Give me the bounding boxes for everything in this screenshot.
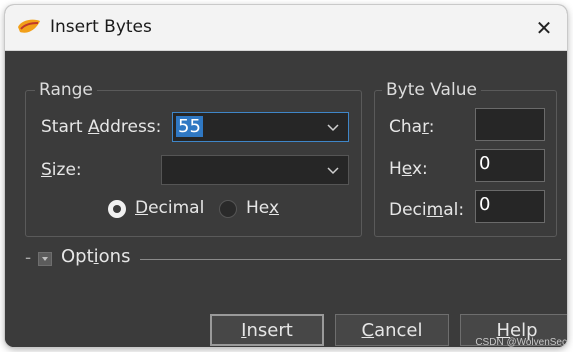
hex-label: Hex: — [389, 159, 428, 179]
decimal-radio[interactable] — [108, 200, 126, 218]
options-dash: - — [25, 248, 32, 268]
close-button[interactable]: ✕ — [521, 5, 567, 50]
range-legend: Range — [35, 80, 97, 100]
start-address-combo[interactable]: 55 — [172, 112, 349, 142]
char-label: Char: — [389, 117, 435, 137]
insert-bytes-dialog: Insert Bytes ✕ Range Start Address: 55 S… — [5, 5, 567, 347]
decimal-field[interactable]: 0 — [475, 190, 545, 223]
expand-toggle-icon[interactable] — [38, 252, 52, 266]
start-address-label: Start Address: — [41, 117, 162, 137]
insert-button[interactable]: Insert — [210, 314, 324, 346]
options-expander[interactable]: - Options — [25, 246, 565, 271]
char-field[interactable] — [475, 108, 545, 141]
title-bar[interactable]: Insert Bytes ✕ — [5, 5, 567, 51]
size-label: Size: — [41, 160, 82, 180]
start-address-value: 55 — [176, 116, 203, 137]
hex-radio-label[interactable]: Hex — [246, 198, 279, 218]
hex-radio[interactable] — [219, 200, 237, 218]
app-icon — [18, 19, 40, 33]
cancel-button[interactable]: Cancel — [335, 314, 449, 346]
close-icon: ✕ — [535, 15, 553, 40]
window-title: Insert Bytes — [50, 17, 152, 37]
chevron-down-icon[interactable] — [325, 162, 341, 178]
chevron-down-icon[interactable] — [325, 119, 341, 135]
options-divider — [140, 259, 561, 260]
size-combo[interactable] — [161, 155, 349, 185]
decimal-radio-label[interactable]: Decimal — [135, 198, 204, 218]
watermark: CSDN @WolvenSec — [475, 337, 567, 348]
hex-field[interactable]: 0 — [475, 149, 545, 182]
dialog-body: Range Start Address: 55 Size: Decimal He… — [5, 51, 567, 347]
byte-value-legend: Byte Value — [382, 80, 481, 100]
decimal-label: Decimal: — [389, 200, 465, 220]
options-label[interactable]: Options — [61, 246, 130, 267]
